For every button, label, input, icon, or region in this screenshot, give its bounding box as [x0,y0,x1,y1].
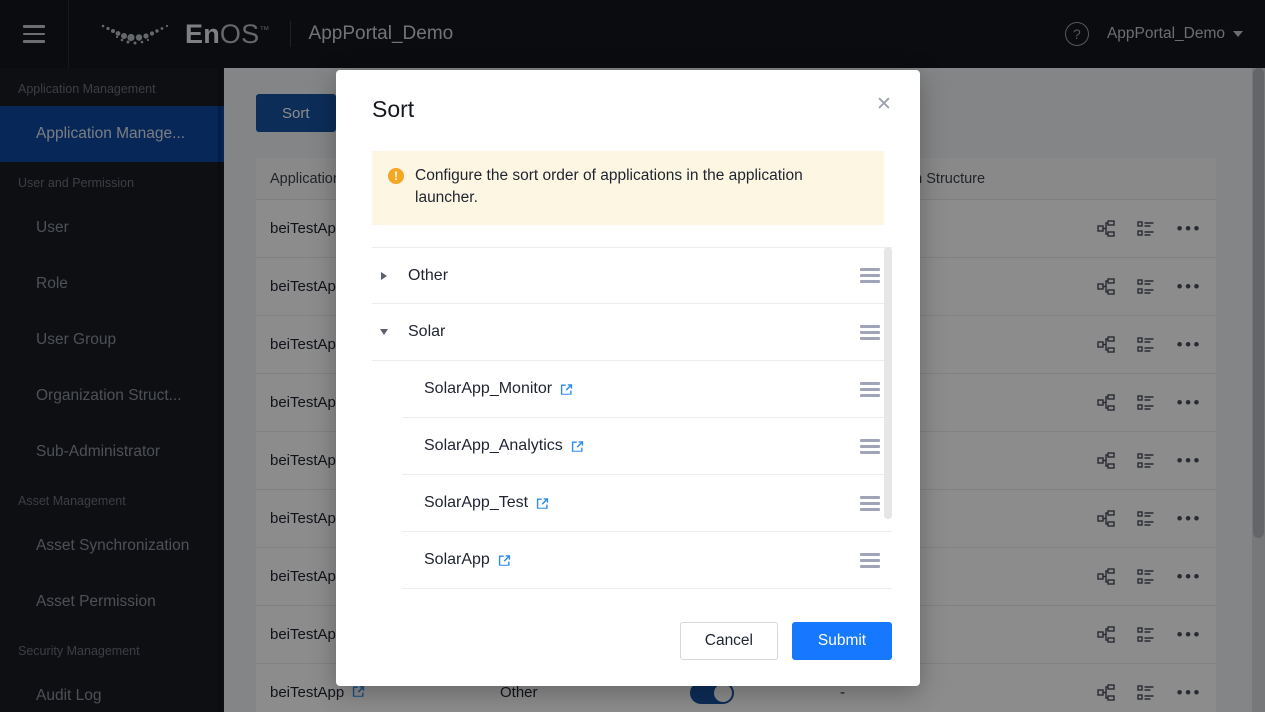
sort-list-item-label: SolarApp_Monitor [424,380,553,397]
close-icon[interactable]: ✕ [870,90,898,118]
sort-list-item-label: Other [408,266,449,284]
external-link-icon[interactable] [570,439,585,454]
info-warning-icon: ! [388,168,404,184]
sort-list-item[interactable]: Other [372,247,892,304]
sort-list-container: Other Solar SolarApp_Monitor SolarApp_Analy… [372,247,892,622]
drag-handle-icon[interactable] [860,268,880,283]
sort-dialog: Sort ✕ ! Configure the sort order of app… [336,70,920,686]
external-link-icon[interactable] [497,553,512,568]
sort-list-item[interactable]: SolarApp_Test [402,475,892,532]
sort-list-item[interactable]: SolarApp [402,532,892,589]
sort-list-scrollbar[interactable] [884,247,892,519]
sort-dialog-notice: ! Configure the sort order of applicatio… [372,151,884,225]
sort-list-item-label: SolarApp_Test [424,494,529,511]
drag-handle-icon[interactable] [860,381,880,397]
sort-list-item[interactable]: Solar [372,304,892,361]
drag-handle-icon[interactable] [860,438,880,454]
chevron-down-icon[interactable] [372,329,396,335]
cancel-button[interactable]: Cancel [679,622,778,660]
sort-list-item-label: SolarApp [424,551,490,568]
sort-dialog-title: Sort [372,96,415,122]
sort-dialog-header: Sort ✕ [336,70,920,129]
sort-list-item[interactable]: SolarApp_Monitor [402,361,892,418]
app-root: EnOS™ AppPortal_Demo ? AppPortal_Demo Ap… [0,0,1265,712]
submit-button[interactable]: Submit [792,622,892,660]
external-link-icon[interactable] [559,382,574,397]
drag-handle-icon[interactable] [860,495,880,511]
sort-list[interactable]: Other Solar SolarApp_Monitor SolarApp_Analy… [372,247,892,589]
sort-dialog-notice-text: Configure the sort order of applications… [415,167,803,206]
sort-list-item[interactable]: SolarApp_Analytics [402,418,892,475]
sort-list-item-label: SolarApp_Analytics [424,437,563,454]
sort-list-item-label: Solar [408,323,446,340]
chevron-right-icon[interactable] [372,271,396,280]
drag-handle-icon[interactable] [860,552,880,568]
sort-list-scrollbar-thumb[interactable] [884,247,892,519]
external-link-icon[interactable] [535,496,550,511]
drag-handle-icon[interactable] [860,324,880,340]
sort-dialog-footer: Cancel Submit [336,622,920,686]
